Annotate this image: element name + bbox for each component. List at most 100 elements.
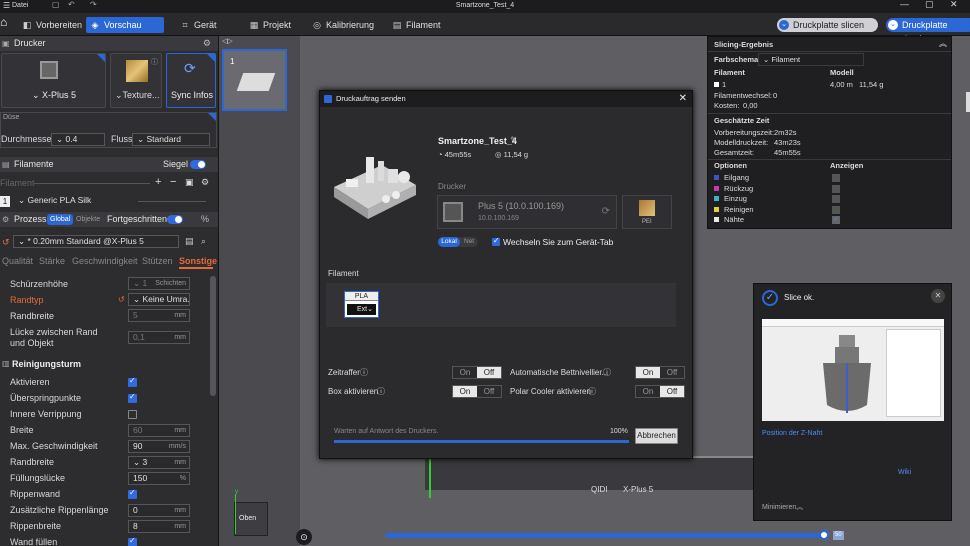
plate-thumbnail[interactable]: 1 <box>222 49 287 111</box>
seam-position-link[interactable]: Position der Z-Naht <box>762 430 822 437</box>
process-global-tab[interactable]: Global <box>47 214 74 225</box>
subtab-stuetzen[interactable]: Stützen <box>142 256 173 266</box>
edit-name-icon[interactable]: ✎ <box>510 135 518 146</box>
collapse-icon[interactable]: ︽ <box>939 38 947 49</box>
max-speed-input[interactable]: 90 mm/s <box>128 440 190 453</box>
printer-select[interactable]: Plus 5 (10.0.100.169) 10.0.100.169 ⟳ <box>437 195 617 229</box>
connection-toggle[interactable]: Lokal Net <box>438 237 478 247</box>
edge-width-input[interactable]: 5 mm <box>128 309 190 322</box>
bed-leveling-switch[interactable]: On Off <box>635 366 685 379</box>
add-icon[interactable]: + <box>155 176 161 188</box>
switch-device-tab-checkbox[interactable] <box>492 236 500 246</box>
rib-wall-checkbox[interactable] <box>128 488 137 499</box>
option-visibility-checkbox[interactable] <box>832 205 840 214</box>
skirt-height-stepper[interactable]: ⌄ 1 Schichten <box>128 277 190 290</box>
save-profile-icon[interactable]: ▤ <box>185 236 194 247</box>
refresh-icon[interactable]: ⟳ <box>602 206 610 217</box>
sidebar-scrollbar[interactable] <box>210 276 216 396</box>
subtab-geschwindigkeit[interactable]: Geschwindigkeit <box>72 256 138 266</box>
advanced-toggle[interactable] <box>167 215 183 224</box>
printer-brand: QIDI <box>591 485 608 494</box>
extra-rib-length-input[interactable]: 0 mm <box>128 504 190 517</box>
process-profile-select[interactable]: ⌄ * 0.20mm Standard @X-Plus 5 <box>13 235 179 248</box>
info-icon[interactable]: ⓘ <box>151 57 158 67</box>
home-icon[interactable]: ⌂ <box>0 15 12 33</box>
help-icon[interactable]: ⓘ <box>377 386 385 397</box>
remove-icon[interactable]: − <box>170 176 176 188</box>
option-visibility-checkbox[interactable] <box>832 195 840 203</box>
edit-filament-icon[interactable]: ▣ <box>185 177 194 188</box>
option-color-swatch <box>714 196 719 201</box>
edge-type-select[interactable]: ⌄ Keine Umra... <box>128 293 190 306</box>
edge-gap-input[interactable]: 0,1 mm <box>128 331 190 344</box>
close-icon[interactable]: ✕ <box>679 91 687 107</box>
rib-width-input[interactable]: 8 mm <box>128 520 190 533</box>
tab-vorbereiten[interactable]: ◧ Vorbereiten <box>18 17 88 33</box>
layer-slider-handle[interactable] <box>819 530 829 540</box>
option-color-swatch <box>714 185 719 191</box>
tab-projekt[interactable]: ▦ Projekt <box>245 17 297 33</box>
compare-icon[interactable]: % <box>201 212 209 227</box>
option-color-swatch <box>714 206 719 212</box>
option-visibility-checkbox[interactable]: ✓ <box>832 216 840 224</box>
reset-icon[interactable]: ↺ <box>2 237 10 248</box>
tab-geraet[interactable]: ⌗ Gerät <box>176 17 223 33</box>
polar-cooler-switch[interactable]: On Off <box>635 385 685 398</box>
help-icon[interactable]: ⓘ <box>588 386 596 397</box>
tab-kalibrierung[interactable]: ◎ Kalibrierung <box>308 17 380 33</box>
minimize-window-icon[interactable]: — <box>900 0 909 9</box>
reset-icon[interactable]: ↺ <box>118 295 125 304</box>
corner-marker <box>97 54 105 62</box>
filament-slot[interactable]: PLA Ext⌄ <box>344 291 379 318</box>
subtab-qualitaet[interactable]: Qualität <box>2 256 33 266</box>
slicing-result-panel: Slicing-Ergebnis ︽ Farbschema ⌄ Filament… <box>707 36 952 229</box>
fill-wall-checkbox[interactable] <box>128 536 137 546</box>
siegel-toggle[interactable] <box>190 160 206 169</box>
help-icon[interactable]: ⓘ <box>603 367 611 378</box>
settings-gear-icon[interactable]: ⚙ <box>203 36 211 51</box>
maximize-window-icon[interactable]: ▢ <box>925 0 934 10</box>
inner-ribbing-checkbox[interactable] <box>128 410 137 419</box>
sync-info-button[interactable]: ⟳ Sync Infos <box>166 53 216 108</box>
tower-edge-width-stepper[interactable]: ⌄ 3 mm <box>128 456 190 469</box>
close-window-icon[interactable]: ✕ <box>950 0 958 10</box>
filament-settings-icon[interactable]: ⚙ <box>201 177 209 188</box>
subtab-sonstige[interactable]: Sonstige <box>179 256 217 266</box>
tab-vorschau[interactable]: ◈ Vorschau <box>86 17 164 33</box>
skip-points-checkbox[interactable] <box>128 392 137 403</box>
option-visibility-checkbox[interactable] <box>832 174 840 182</box>
progress-track <box>334 440 629 443</box>
view-cube[interactable]: Oben <box>234 502 268 536</box>
process-icon: ⚙ <box>2 215 10 224</box>
fill-gap-input[interactable]: 150% <box>128 472 190 485</box>
help-icon[interactable]: ⓘ <box>360 367 368 378</box>
tab-filament[interactable]: ▤ Filament <box>388 17 447 33</box>
slice-plate-button[interactable]: ⌄ Druckplatte slicen <box>777 18 878 32</box>
cancel-button[interactable]: Abbrechen <box>635 428 678 444</box>
plate-name: Texture... <box>122 90 160 100</box>
print-plate-button[interactable]: ⌄ Druckplatte druck <box>886 18 970 44</box>
vertical-slider-handle[interactable] <box>966 92 970 112</box>
subtab-staerke[interactable]: Stärke <box>39 256 65 266</box>
close-icon[interactable]: ✕ <box>931 289 945 303</box>
plate-card[interactable]: ⓘ ⌄Texture... <box>110 53 162 108</box>
filament-select[interactable]: ⌄ Generic PLA Silk <box>14 195 134 208</box>
nozzle-diameter-select[interactable]: ⌄ 0.4 <box>51 133 105 146</box>
purge-tower-enable-checkbox[interactable] <box>128 376 137 387</box>
color-scheme-select[interactable]: ⌄ Filament <box>758 53 864 66</box>
camera-reset-icon[interactable]: ⊙ <box>296 529 312 545</box>
timelapse-switch[interactable]: On Off <box>452 366 502 379</box>
preview-toolbar <box>762 319 944 327</box>
printer-card[interactable]: ⌄ X-Plus 5 <box>1 53 106 108</box>
process-objects-tab[interactable]: Objekte <box>73 214 103 225</box>
flow-select[interactable]: ⌄ Standard <box>132 133 210 146</box>
minimize-button[interactable]: Minimieren︽ <box>762 502 803 512</box>
tower-width-input[interactable]: 60 mm <box>128 424 190 437</box>
collapse-icon[interactable]: ◁▷ <box>222 37 233 45</box>
search-icon[interactable]: ⌕ <box>201 236 206 247</box>
wiki-link[interactable]: Wiki <box>898 469 911 476</box>
layer-slider[interactable] <box>385 533 825 538</box>
box-switch[interactable]: On Off <box>452 385 502 398</box>
option-visibility-checkbox[interactable] <box>832 184 840 193</box>
plate-type-card[interactable]: PEI <box>622 195 672 229</box>
